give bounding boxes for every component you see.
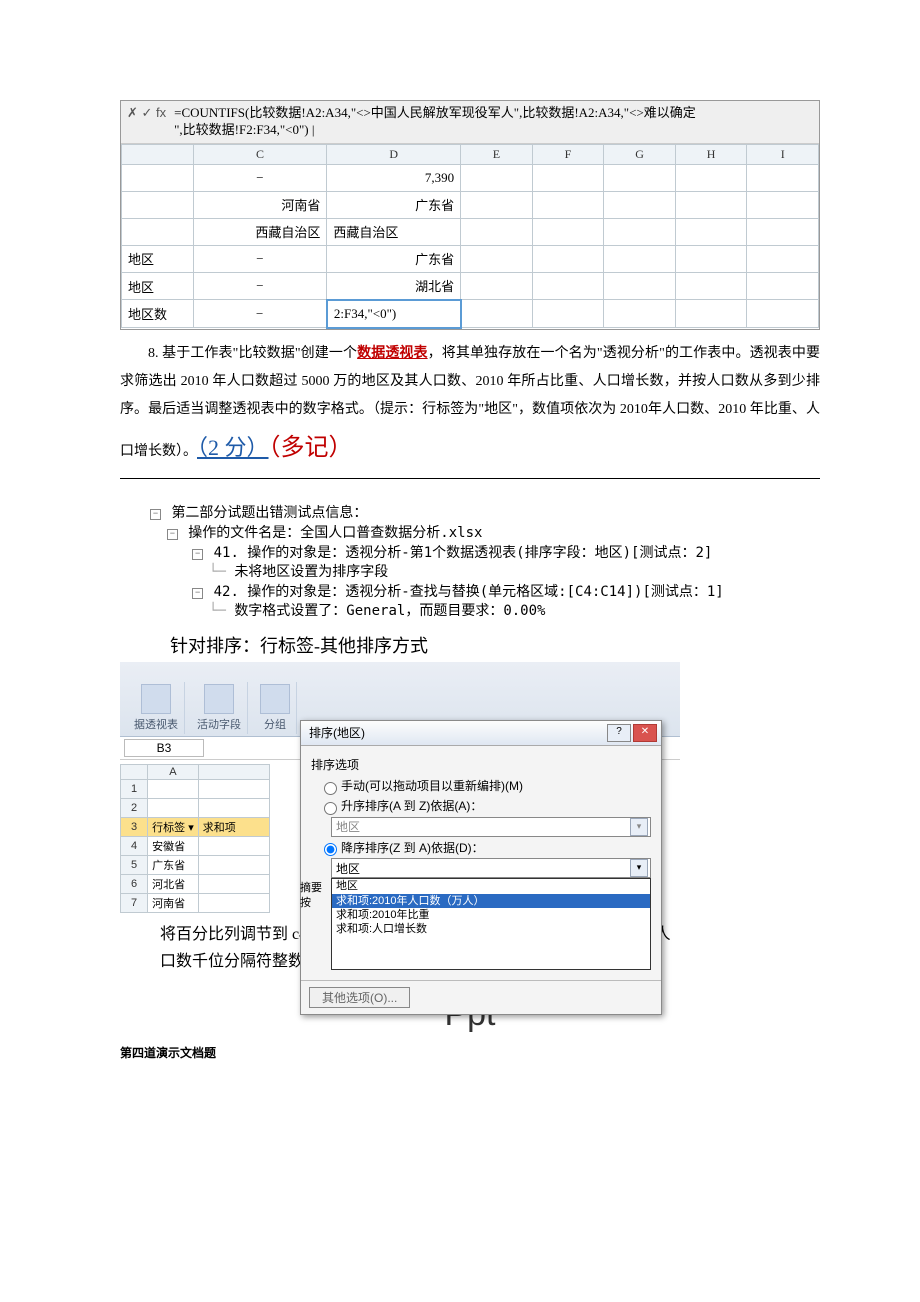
tree-l2: 操作的文件名是：全国人口普查数据分析.xlsx xyxy=(188,525,482,541)
list-item[interactable]: 求和项:2010年比重 xyxy=(332,908,650,922)
col-a-header[interactable]: A xyxy=(148,764,199,779)
sort-dialog: 排序(地区) ? ✕ 排序选项 手动(可以拖动项目以重新编排)(M) 升序排序(… xyxy=(300,720,662,1015)
col-header-i[interactable]: I xyxy=(747,144,819,164)
rownum[interactable]: 4 xyxy=(121,836,148,855)
question-4-title: 第四道演示文档题 xyxy=(120,1044,820,1061)
tree-collapse-icon[interactable]: − xyxy=(192,549,203,560)
list-item[interactable]: 地区 xyxy=(332,879,650,893)
province-cell[interactable]: 安徽省 xyxy=(148,836,199,855)
ribbon-group-active-field[interactable]: 活动字段 xyxy=(191,682,248,734)
formula-bar-buttons[interactable]: ✗ ✓ fx xyxy=(127,105,166,121)
group-icon xyxy=(260,684,290,714)
rownum[interactable]: 7 xyxy=(121,893,148,912)
list-item[interactable]: 求和项:人口增长数 xyxy=(332,922,650,936)
rownum[interactable]: 1 xyxy=(121,779,148,798)
formula-line2: ",比较数据!F2:F34,"<0") | xyxy=(174,122,314,137)
rownum[interactable]: 3 xyxy=(121,817,148,836)
pivot-table-link: 数据透视表 xyxy=(357,346,428,361)
dialog-title: 排序(地区) xyxy=(309,724,365,741)
province-cell[interactable]: 河北省 xyxy=(148,874,199,893)
tree-l4: 未将地区设置为排序字段 xyxy=(234,564,388,580)
asc-combo[interactable]: 地区▾ xyxy=(331,817,651,837)
excel-formula-screenshot: ✗ ✓ fx =COUNTIFS(比较数据!A2:A34,"<>中国人民解放军现… xyxy=(120,100,820,330)
filter-icon[interactable]: ▾ xyxy=(188,822,194,834)
sort-dialog-screenshot: 据透视表 活动字段 分组 B3 A 1 2 3 行标签 ▾ 求和项 4安徽省 5… xyxy=(120,662,680,913)
score-text: （2 分） xyxy=(197,435,269,460)
rownum[interactable]: 6 xyxy=(121,874,148,893)
col-header-c[interactable]: C xyxy=(193,144,327,164)
sort-field-dropdown[interactable]: 摘要 按 地区 求和项:2010年人口数（万人） 求和项:2010年比重 求和项… xyxy=(331,878,651,970)
table-row: − 7,390 xyxy=(122,164,819,191)
help-button[interactable]: ? xyxy=(607,724,631,742)
radio-desc[interactable] xyxy=(324,843,337,856)
dialog-title-bar[interactable]: 排序(地区) ? ✕ xyxy=(301,721,661,746)
worksheet-grid: A 1 2 3 行标签 ▾ 求和项 4安徽省 5广东省 6河北省 7河南省 xyxy=(120,764,270,913)
chevron-down-icon[interactable]: ▾ xyxy=(630,818,648,836)
pivot-icon xyxy=(141,684,171,714)
col-header-e[interactable]: E xyxy=(461,144,533,164)
sum-label-cell[interactable]: 求和项 xyxy=(198,817,269,836)
tree-collapse-icon[interactable]: − xyxy=(150,509,161,520)
list-item-selected[interactable]: 求和项:2010年人口数（万人） xyxy=(332,894,650,908)
radio-asc[interactable] xyxy=(324,802,337,815)
rownum[interactable]: 2 xyxy=(121,798,148,817)
subheading-sort: 针对排序：行标签-其他排序方式 xyxy=(170,632,820,658)
table-row: 地区 − 湖北省 xyxy=(122,272,819,300)
field-icon xyxy=(204,684,234,714)
name-box[interactable]: B3 xyxy=(124,739,204,757)
q8-prefix: 8. 基于工作表"比较数据"创建一个 xyxy=(148,346,357,361)
tree-collapse-icon[interactable]: − xyxy=(167,529,178,540)
ribbon-group-group[interactable]: 分组 xyxy=(254,682,297,734)
tree-l5: 42. 操作的对象是：透视分析-查找与替换(单元格区域:[C4:C14])[测试… xyxy=(214,584,724,600)
opt-asc[interactable]: 升序排序(A 到 Z)依据(A)： xyxy=(319,797,651,815)
side-label-summary: 摘要 xyxy=(300,881,322,895)
chevron-down-icon[interactable]: ▾ xyxy=(630,859,648,877)
formula-line1: =COUNTIFS(比较数据!A2:A34,"<>中国人民解放军现役军人",比较… xyxy=(174,105,696,120)
formula-bar: ✗ ✓ fx =COUNTIFS(比较数据!A2:A34,"<>中国人民解放军现… xyxy=(121,101,819,144)
opt-desc[interactable]: 降序排序(Z 到 A)依据(D)： xyxy=(319,839,651,857)
rownum[interactable]: 5 xyxy=(121,855,148,874)
editing-cell[interactable]: 2:F34,"<0") xyxy=(327,300,461,328)
tree-collapse-icon[interactable]: − xyxy=(192,588,203,599)
col-header-h[interactable]: H xyxy=(675,144,747,164)
province-cell[interactable]: 河南省 xyxy=(148,893,199,912)
province-cell[interactable]: 广东省 xyxy=(148,855,199,874)
tree-l6: 数字格式设置了：General，而题目要求：0.00% xyxy=(234,603,545,619)
sort-options-label: 排序选项 xyxy=(311,756,651,773)
excel-grid: C D E F G H I − 7,390 河南省 xyxy=(121,144,819,329)
table-row: 地区数 − 2:F34,"<0") xyxy=(122,300,819,328)
formula-text[interactable]: =COUNTIFS(比较数据!A2:A34,"<>中国人民解放军现役军人",比较… xyxy=(174,105,813,139)
note-text: （多记） xyxy=(269,435,353,461)
desc-combo[interactable]: 地区▾ xyxy=(331,858,651,878)
tree-l3: 41. 操作的对象是：透视分析-第1个数据透视表(排序字段：地区)[测试点：2] xyxy=(214,545,713,561)
ribbon-group-pivot[interactable]: 据透视表 xyxy=(128,682,185,734)
opt-manual[interactable]: 手动(可以拖动项目以重新编排)(M) xyxy=(319,777,651,795)
tree-l1: 第二部分试题出错测试点信息： xyxy=(171,505,367,521)
col-header-f[interactable]: F xyxy=(532,144,604,164)
table-row: 河南省 广东省 xyxy=(122,191,819,218)
close-button[interactable]: ✕ xyxy=(633,724,657,742)
radio-manual[interactable] xyxy=(324,782,337,795)
table-row: 西藏自治区 西藏自治区 xyxy=(122,218,819,245)
question-8-text: 8. 基于工作表"比较数据"创建一个数据透视表，将其单独存放在一个名为"透视分析… xyxy=(120,340,820,472)
error-tree-block: − 第二部分试题出错测试点信息： − 操作的文件名是：全国人口普查数据分析.xl… xyxy=(120,478,820,626)
col-header-g[interactable]: G xyxy=(604,144,676,164)
col-header-d[interactable]: D xyxy=(327,144,461,164)
table-row: 地区 − 广东省 xyxy=(122,245,819,272)
row-label-cell[interactable]: 行标签 ▾ xyxy=(148,817,199,836)
more-options-button[interactable]: 其他选项(O)... xyxy=(309,987,410,1008)
side-label-by: 按 xyxy=(300,896,322,910)
